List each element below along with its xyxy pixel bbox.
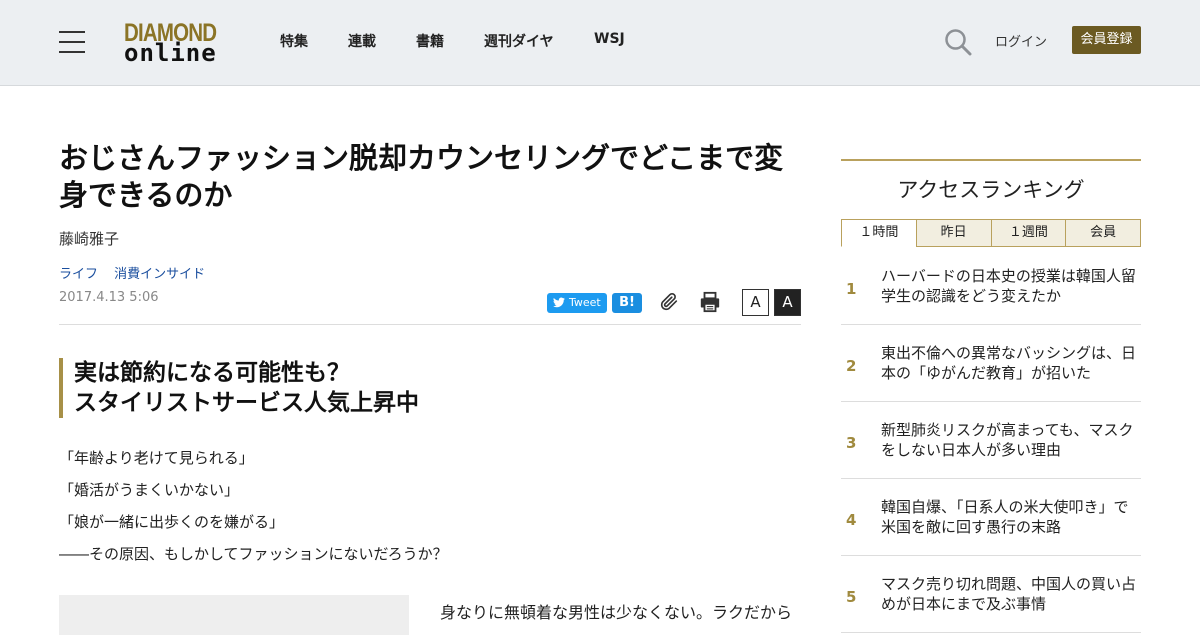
nav-item-wsj[interactable]: WSJ xyxy=(594,31,625,47)
subheading-line-1: 実は節約になる可能性も？ xyxy=(74,360,350,386)
search-icon[interactable] xyxy=(944,28,972,56)
article-title: おじさんファッション脱却カウンセリングでどこまで変身できるのか xyxy=(59,141,784,212)
nav-item-feature[interactable]: 特集 xyxy=(280,31,308,51)
body-line: ――その原因、もしかしてファッションにないだろうか？ xyxy=(59,545,448,563)
subheading-line-2: スタイリストサービス人気上昇中 xyxy=(74,390,419,416)
article-body: 「年齢より老けて見られる」 「婚活がうまくいかない」 「娘が一緒に出歩くのを嫌が… xyxy=(59,446,448,574)
rank-number: 5 xyxy=(846,588,857,606)
ranking-list: 1 ハーバードの日本史の授業は韓国人留学生の認識をどう変えたか 2 東出不倫への… xyxy=(841,248,1141,633)
article-categories: ライフ 消費インサイド xyxy=(59,263,217,282)
ranking-tabs: １時間 昨日 １週間 会員 xyxy=(841,219,1141,247)
body-line: 「年齢より老けて見られる」 xyxy=(59,449,254,467)
rank-number: 2 xyxy=(846,357,857,375)
print-icon[interactable] xyxy=(699,291,721,313)
rank-headline[interactable]: 新型肺炎リスクが高まっても、マスクをしない日本人が多い理由 xyxy=(881,420,1141,460)
paperclip-icon[interactable] xyxy=(658,291,680,313)
site-logo[interactable]: DIAMOND online xyxy=(124,20,228,66)
ranking-item[interactable]: 5 マスク売り切れ問題、中国人の買い占めが日本にまで及ぶ事情 xyxy=(841,556,1141,633)
twitter-bird-icon xyxy=(553,297,565,308)
nav-item-weekly-diamond[interactable]: 週刊ダイヤ xyxy=(484,31,554,51)
register-button[interactable]: 会員登録 xyxy=(1072,26,1141,54)
tab-1-week[interactable]: １週間 xyxy=(990,219,1067,247)
rank-number: 1 xyxy=(846,280,857,298)
ranking-item[interactable]: 4 韓国自爆、「日系人の米大使叩き」で米国を敵に回す愚行の末路 xyxy=(841,479,1141,556)
rank-number: 4 xyxy=(846,511,857,529)
article-divider xyxy=(59,324,801,325)
body-line: 「婚活がうまくいかない」 xyxy=(59,481,240,499)
nav-item-books[interactable]: 書籍 xyxy=(416,31,444,51)
logo-bottom-text: online xyxy=(124,39,217,67)
tweet-label: Tweet xyxy=(569,296,601,309)
rank-headline[interactable]: 東出不倫への異常なバッシングは、日本の「ゆがんだ教育」が招いた xyxy=(881,343,1141,383)
font-size-small-button[interactable]: A xyxy=(742,289,769,316)
ranking-item[interactable]: 1 ハーバードの日本史の授業は韓国人留学生の認識をどう変えたか xyxy=(841,248,1141,325)
article-subheading: 実は節約になる可能性も？ スタイリストサービス人気上昇中 xyxy=(59,358,559,418)
article-date: 2017.4.13 5:06 xyxy=(59,290,159,305)
tweet-button[interactable]: Tweet xyxy=(547,293,607,313)
article-image-placeholder xyxy=(59,595,409,635)
ranking-title: アクセスランキング xyxy=(897,178,1085,202)
tab-members[interactable]: 会員 xyxy=(1065,219,1141,247)
login-link[interactable]: ログイン xyxy=(995,31,1047,50)
article-author[interactable]: 藤崎雅子 xyxy=(59,228,119,249)
ranking-item[interactable]: 2 東出不倫への異常なバッシングは、日本の「ゆがんだ教育」が招いた xyxy=(841,325,1141,402)
article-lead-text: 身なりに無頓着な男性は少なくない。ラクだから xyxy=(440,603,793,622)
hatena-bookmark-button[interactable]: B! xyxy=(612,293,642,313)
rank-headline[interactable]: ハーバードの日本史の授業は韓国人留学生の認識をどう変えたか xyxy=(881,266,1141,306)
site-header: DIAMOND online 特集 連載 書籍 週刊ダイヤ WSJ ログイン 会… xyxy=(0,0,1200,86)
rank-headline[interactable]: マスク売り切れ問題、中国人の買い占めが日本にまで及ぶ事情 xyxy=(881,574,1141,614)
rank-headline[interactable]: 韓国自爆、「日系人の米大使叩き」で米国を敵に回す愚行の末路 xyxy=(881,497,1141,537)
rank-number: 3 xyxy=(846,434,857,452)
ranking-item[interactable]: 3 新型肺炎リスクが高まっても、マスクをしない日本人が多い理由 xyxy=(841,402,1141,479)
tab-1-hour[interactable]: １時間 xyxy=(841,219,917,247)
category-link-consumer-insight[interactable]: 消費インサイド xyxy=(114,267,205,282)
tab-yesterday[interactable]: 昨日 xyxy=(915,219,992,247)
hamburger-menu-icon[interactable] xyxy=(59,31,85,53)
ranking-top-rule xyxy=(841,159,1141,161)
body-line: 「娘が一緒に出歩くのを嫌がる」 xyxy=(59,513,285,531)
font-size-large-button[interactable]: A xyxy=(774,289,801,316)
nav-item-series[interactable]: 連載 xyxy=(348,31,376,51)
category-link-life[interactable]: ライフ xyxy=(59,267,98,282)
